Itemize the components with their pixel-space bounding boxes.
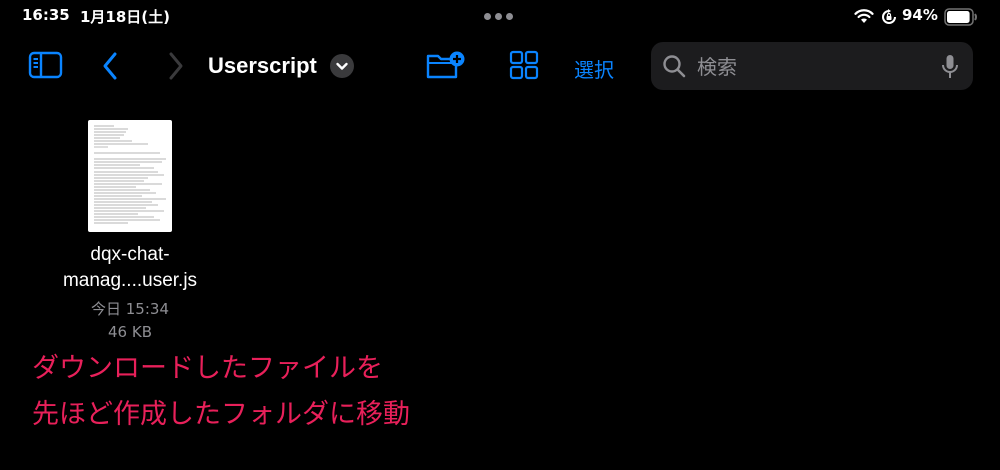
annotation-line1: ダウンロードしたファイルを	[32, 353, 383, 384]
battery-fill	[947, 11, 970, 23]
chevron-down-icon	[336, 62, 348, 70]
search-icon	[663, 55, 686, 78]
file-name[interactable]: dqx-chat- manag....user.js	[50, 242, 210, 294]
file-name-line1: dqx-chat-	[90, 244, 170, 265]
file-name-line2: manag....user.js	[62, 270, 198, 291]
chevron-left-icon[interactable]	[100, 50, 122, 82]
status-time: 16:35	[22, 6, 70, 24]
folder-title[interactable]: Userscript	[208, 53, 317, 79]
search-bar[interactable]	[651, 42, 973, 90]
microphone-icon[interactable]	[941, 54, 959, 80]
file-thumbnail[interactable]	[88, 120, 172, 232]
search-input[interactable]	[695, 52, 929, 82]
folder-plus-icon[interactable]	[426, 50, 466, 82]
sidebar-toggle-icon[interactable]	[28, 50, 64, 80]
wifi-icon	[854, 9, 874, 23]
instruction-annotation: ダウンロードしたファイルを 先ほど作成したフォルダに移動	[32, 346, 410, 438]
battery-percent: 94%	[902, 6, 938, 24]
file-preview-image	[94, 125, 166, 224]
battery-icon	[944, 8, 977, 26]
files-app-screen: 16:35 1月18日(土) 94% Userscript 選択 検索 dqx-…	[0, 0, 1000, 470]
grid-view-icon[interactable]	[509, 50, 539, 80]
orientation-lock-icon	[882, 9, 896, 24]
chevron-right-icon[interactable]	[164, 50, 186, 82]
select-button[interactable]: 選択	[574, 54, 614, 83]
file-size: 46 KB	[108, 323, 152, 341]
file-modified-date: 今日 15:34	[91, 300, 169, 318]
annotation-line2: 先ほど作成したフォルダに移動	[32, 399, 410, 430]
title-menu-button[interactable]	[330, 54, 354, 78]
multitasking-dots-icon[interactable]	[484, 13, 513, 20]
status-date: 1月18日(土)	[80, 8, 171, 26]
